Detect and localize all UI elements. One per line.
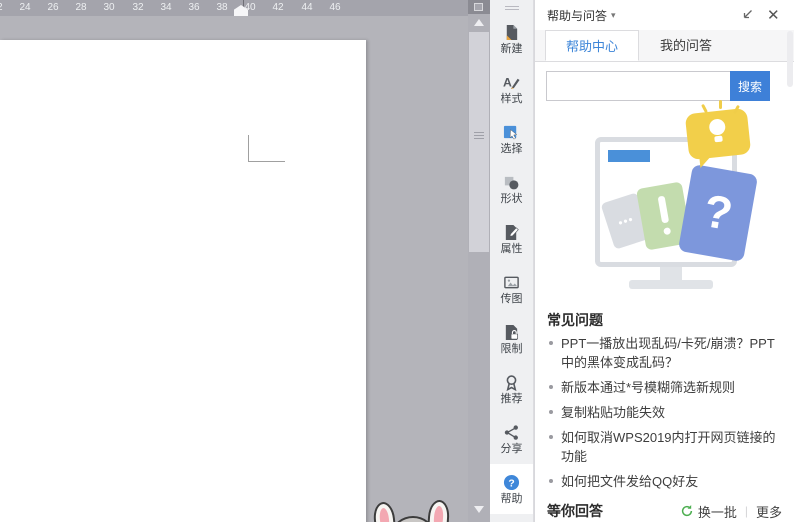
ruler-number: 46 — [329, 2, 341, 13]
rabbit-mascot-sticker[interactable] — [370, 499, 460, 522]
answers-heading: 等你回答 — [547, 503, 603, 519]
sidebar-item-upload-image[interactable]: 传图 — [490, 264, 533, 314]
monitor-base — [629, 280, 713, 289]
chevron-down-icon[interactable]: ▾ — [611, 10, 728, 21]
sidebar-item-label: 选择 — [500, 142, 523, 155]
ray-graphic — [719, 100, 722, 109]
panel-title: 帮助与问答 — [547, 8, 608, 23]
ruler-number: 32 — [132, 2, 144, 13]
sidebar-item-label: 帮助 — [500, 492, 523, 505]
ruler-number: 34 — [160, 2, 172, 13]
more-button[interactable]: 更多 — [756, 502, 782, 521]
horizontal-ruler[interactable]: 22 24 26 28 30 32 34 36 38 40 42 44 46 — [0, 0, 468, 16]
sidebar-item-label: 样式 — [500, 92, 523, 105]
monitor-stand — [660, 267, 682, 280]
sidebar-item-properties[interactable]: 属性 — [490, 214, 533, 264]
help-illustration: ••• ? — [535, 100, 794, 305]
ruler-number: 24 — [19, 2, 31, 13]
sidebar-item-shape[interactable]: 形状 — [490, 164, 533, 214]
monitor-titlebar-graphic — [608, 150, 650, 162]
sidebar-item-label: 分享 — [500, 442, 523, 455]
scroll-up-arrow[interactable] — [474, 19, 484, 26]
faq-heading: 常见问题 — [547, 312, 603, 328]
sidebar-item-label: 传图 — [500, 292, 523, 305]
faq-list: PPT一播放出现乱码/卡死/崩溃？PPT中的黑体变成乱码？ 新版本通过*号模糊筛选… — [535, 331, 794, 494]
search-input[interactable] — [546, 71, 730, 101]
sidebar-item-style[interactable]: A 样式 — [490, 64, 533, 114]
answers-row: 等你回答 换一批 | 更多 — [547, 501, 782, 521]
sidebar-item-share[interactable]: 分享 — [490, 414, 533, 464]
faq-item[interactable]: 复制粘贴功能失效 — [547, 400, 784, 425]
sidebar-item-recommend[interactable]: 推荐 — [490, 364, 533, 414]
style-icon: A — [503, 74, 520, 91]
scroll-down-arrow[interactable] — [474, 506, 484, 513]
vertical-scrollbar[interactable] — [468, 0, 490, 522]
sidebar-item-help[interactable]: ? 帮助 — [490, 464, 533, 514]
side-toolbar: 新建 A 样式 选择 形状 属性 传图 限制 推荐 分享? 帮助 — [490, 0, 534, 522]
ruler-number: 44 — [301, 2, 313, 13]
ruler-number: 26 — [47, 2, 59, 13]
toolbar-handle[interactable] — [504, 6, 519, 10]
divider: | — [744, 504, 748, 518]
sidebar-item-label: 形状 — [500, 192, 523, 205]
faq-item[interactable]: 如何取消WPS2019内打开网页链接的功能 — [547, 425, 784, 469]
ruler-number: 28 — [75, 2, 87, 13]
ruler-toggle-button[interactable] — [468, 0, 490, 14]
refresh-icon — [681, 505, 692, 517]
properties-icon — [503, 224, 520, 241]
sidebar-item-label: 新建 — [500, 42, 523, 55]
faq-item[interactable]: 如何把文件发给QQ好友 — [547, 469, 784, 494]
help-icon: ? — [503, 474, 520, 491]
ruler-number: 36 — [188, 2, 200, 13]
text-boundary-corner-mark — [248, 161, 285, 162]
search-row: 搜索 — [546, 71, 770, 101]
search-button[interactable]: 搜索 — [730, 71, 770, 101]
rabbit-ear — [426, 499, 451, 522]
ruler-number: 30 — [103, 2, 115, 13]
tab-help-center[interactable]: 帮助中心 — [545, 30, 639, 61]
help-panel: 帮助与问答 ▾ ✕ 帮助中心 我的问答 搜索 ••• ? 常见问题 PPT一播放出… — [534, 0, 794, 522]
new-doc-icon — [503, 24, 520, 41]
faq-item[interactable]: PPT一播放出现乱码/卡死/崩溃？PPT中的黑体变成乱码？ — [547, 331, 784, 375]
document-workspace — [0, 16, 468, 522]
help-tabs: 帮助中心 我的问答 — [535, 30, 794, 62]
sidebar-item-restrict[interactable]: 限制 — [490, 314, 533, 364]
panel-scrollbar[interactable] — [787, 31, 793, 87]
question-card-graphic: ? — [677, 163, 759, 263]
faq-item[interactable]: 新版本通过*号模糊筛选新规则 — [547, 375, 784, 400]
ruler-number: 42 — [272, 2, 284, 13]
upload-image-icon — [503, 274, 520, 291]
refresh-batch-button[interactable]: 换一批 — [680, 502, 737, 521]
document-page[interactable] — [0, 40, 366, 522]
shape-icon — [503, 174, 520, 191]
ruler-number: 38 — [216, 2, 228, 13]
restrict-icon — [503, 324, 520, 341]
sidebar-item-select[interactable]: 选择 — [490, 114, 533, 164]
ruler-number: 40 — [244, 2, 256, 13]
svg-text:?: ? — [508, 478, 514, 489]
sidebar-item-label: 推荐 — [500, 392, 523, 405]
ruler-number: 22 — [0, 2, 3, 13]
select-icon — [503, 124, 520, 141]
text-boundary-corner-mark — [248, 135, 249, 162]
lightbulb-bubble-graphic — [684, 107, 752, 169]
panel-header: 帮助与问答 ▾ ✕ — [535, 0, 794, 30]
sidebar-item-new[interactable]: 新建 — [490, 14, 533, 64]
side-toolbar-items: 新建 A 样式 选择 形状 属性 传图 限制 推荐 分享? 帮助 — [490, 14, 533, 514]
scrollbar-grip — [474, 132, 484, 141]
sidebar-item-label: 限制 — [500, 342, 523, 355]
rabbit-ear — [372, 501, 397, 522]
sidebar-item-label: 属性 — [500, 242, 523, 255]
scrollbar-thumb[interactable] — [469, 32, 489, 252]
svg-text:A: A — [503, 75, 512, 89]
tab-my-qa[interactable]: 我的问答 — [639, 30, 733, 61]
undock-arrow-icon[interactable] — [740, 8, 755, 23]
recommend-icon — [503, 374, 520, 391]
share-icon — [503, 424, 520, 441]
close-icon[interactable]: ✕ — [767, 8, 782, 23]
